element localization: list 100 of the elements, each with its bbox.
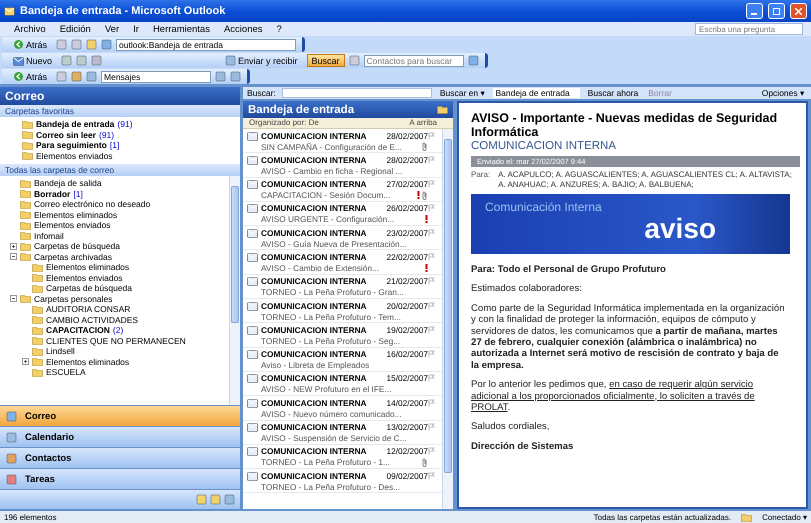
flag-icon[interactable] [428,374,435,382]
address-field[interactable]: outlook:Bandeja de entrada [116,38,296,50]
menu-item[interactable]: Archivo [8,24,52,34]
folder-item[interactable]: Carpetas de búsqueda [22,283,229,294]
folder-item[interactable]: Infomail [10,230,229,241]
favorite-folder[interactable]: Para seguimiento [1] [22,140,240,150]
message-item[interactable]: COMUNICACION INTERNA 27/02/2007 CAPACITACION - Sesión Docum... [243,178,442,202]
help-search-field[interactable]: Escriba una pregunta [695,23,803,35]
find-now-button[interactable]: Buscar ahora [586,88,640,98]
folder-item[interactable]: CAPACITACION (2) [22,325,229,336]
flag-icon[interactable] [428,302,435,310]
collapse-toggle[interactable] [10,295,17,302]
envelope-icon [247,130,258,140]
section-header: Carpetas favoritas [0,105,240,117]
flag-icon[interactable] [428,398,435,407]
folder-item[interactable]: Elementos eliminados [10,210,229,220]
back-button[interactable]: Atrás [8,70,52,83]
folder-item[interactable]: CAMBIO ACTIVIDADES [22,314,229,325]
menu-item[interactable]: ? [270,24,288,34]
search-scope-button[interactable]: Buscar en ▾ [438,88,488,98]
back-button[interactable]: Atrás [8,38,52,51]
folder-item[interactable]: Elementos enviados [22,272,229,283]
message-item[interactable]: COMUNICACION INTERNA 13/02/2007 AVISO - Suspensión de Servicio de C... [243,420,442,445]
scrollbar[interactable] [229,176,240,405]
message-item[interactable]: COMUNICACION INTERNA 12/02/2007 TORNEO - La Peña Profuturo - 1... [243,444,442,470]
maximize-button[interactable] [768,3,785,19]
favorite-folder[interactable]: Correo sin leer (91) [22,130,240,140]
message-item[interactable]: COMUNICACION INTERNA 09/02/2007 TORNEO - La Peña Profuturo - Des... [243,469,442,494]
folder-item[interactable]: Borrador [1] [10,188,229,199]
menu-item[interactable]: Ver [98,24,126,34]
flag-icon[interactable] [428,204,435,212]
message-item[interactable]: COMUNICACION INTERNA 23/02/2007 AVISO - Guía Nueva de Presentación... [243,226,442,250]
message-item[interactable]: COMUNICACION INTERNA 28/02/2007 AVISO - Cambio en ficha - Regional ... [243,153,442,178]
folder-item[interactable]: CLIENTES QUE NO PERMANECEN [22,336,229,346]
contacts-search-field[interactable]: Contactos para buscar [364,54,464,66]
folder-item[interactable]: Elementos enviados [10,220,229,230]
close-icon[interactable] [795,8,802,14]
message-item[interactable]: COMUNICACION INTERNA 26/02/2007 AVISO URGENTE - Configuración... [243,202,442,226]
folder-item[interactable]: Carpetas archivadas [10,252,229,262]
collapse-toggle[interactable] [10,253,17,260]
search-field[interactable] [282,88,432,98]
folder-item[interactable]: Elementos eliminados [22,356,229,367]
message-item[interactable]: COMUNICACION INTERNA 20/02/2007 TORNEO - La Peña Profuturo - Tem... [243,299,442,324]
message-item[interactable]: COMUNICACION INTERNA 21/02/2007 TORNEO - La Peña Profuturo - Gran... [243,274,442,300]
folder-item[interactable]: AUDITORIA CONSAR [22,304,229,314]
flag-icon[interactable] [428,350,435,358]
nav-button[interactable]: Calendario [0,426,240,447]
body-paragraph: Como parte de la Seguridad Informática implementada en la organización y con la finalidad de proteger la información, equipos de cómputo y servidores de datos, les comunicamos que a partir de mañana, martes 27 de febrero, cualquier conexión (alámbrica o inalámbrica) no autorizada a Internet será motivo de rescisión de contrato y baja de la empresa. [471,302,786,372]
view-dropdown[interactable]: Mensajes [101,70,212,82]
envelope-icon [247,276,258,286]
flag-icon[interactable] [428,277,435,286]
paperclip-icon [422,142,428,151]
flag-icon[interactable] [428,132,435,140]
close-button[interactable] [790,3,807,19]
flag-icon[interactable] [428,447,435,456]
flag-icon[interactable] [428,180,435,188]
folder-item[interactable]: Lindsell [22,346,229,356]
menu-item[interactable]: Ir [127,24,145,34]
flag-icon[interactable] [428,472,435,480]
nav-button[interactable]: Tareas [0,468,240,489]
menu-item[interactable]: Edición [54,24,97,34]
nav-button[interactable]: Contactos [0,447,240,468]
envelope-icon [247,154,258,165]
message-item[interactable]: COMUNICACION INTERNA 28/02/2007 SIN CAMPAÑA - Configuración de E... [243,129,442,154]
maximize-icon[interactable] [773,8,780,14]
flag-icon[interactable] [428,228,435,237]
folder-item[interactable]: Carpetas de búsqueda [10,241,229,252]
scrollbar[interactable] [442,129,453,509]
flag-icon[interactable] [428,423,435,432]
message-item[interactable]: COMUNICACION INTERNA 19/02/2007 TORNEO - La Peña Profuturo - Seg... [243,323,442,348]
folder-item[interactable]: Elementos eliminados [22,262,229,272]
expand-toggle[interactable] [22,358,29,366]
connection-status[interactable]: Conectado ▾ [762,512,807,522]
message-item[interactable]: COMUNICACION INTERNA 16/02/2007 Aviso - Libreta de Empleados [243,348,442,372]
folder-item[interactable]: Correo electrónico no deseado [10,199,229,210]
envelope-icon [247,252,258,262]
back-icon[interactable] [13,39,24,50]
nav-button[interactable]: Correo [0,405,240,426]
find-button[interactable]: Buscar [306,54,345,67]
message-item[interactable]: COMUNICACION INTERNA 15/02/2007 AVISO - NEW Profuturo en el IFE... [243,372,442,396]
search-scope: Bandeja de entrada [493,88,580,98]
column-header[interactable]: Organizado por: De A arriba [243,118,453,129]
message-item[interactable]: COMUNICACION INTERNA 22/02/2007 AVISO - Cambio de Extensión... [243,250,442,275]
folder-item[interactable]: ESCUELA [22,367,229,378]
new-button[interactable]: Nuevo [8,54,58,67]
message-item[interactable]: COMUNICACION INTERNA 14/02/2007 AVISO - Nuevo número comunicado... [243,396,442,421]
folder-item[interactable]: Bandeja de salida [10,178,229,188]
expand-toggle[interactable] [10,242,17,250]
flag-icon[interactable] [428,326,435,334]
menu-item[interactable]: Acciones [218,24,269,34]
favorite-folder[interactable]: Bandeja de entrada (91) [22,119,240,130]
folder-item[interactable]: Carpetas personales [10,294,229,304]
minimize-button[interactable] [746,3,763,19]
favorite-folder[interactable]: Elementos enviados [22,150,240,161]
menu-item[interactable]: Herramientas [146,24,216,34]
flag-icon[interactable] [428,252,435,261]
send-receive-button[interactable]: Enviar y recibir [220,54,303,67]
options-button[interactable]: Opciones ▾ [760,88,807,98]
flag-icon[interactable] [428,156,435,164]
back-icon[interactable] [13,71,24,82]
